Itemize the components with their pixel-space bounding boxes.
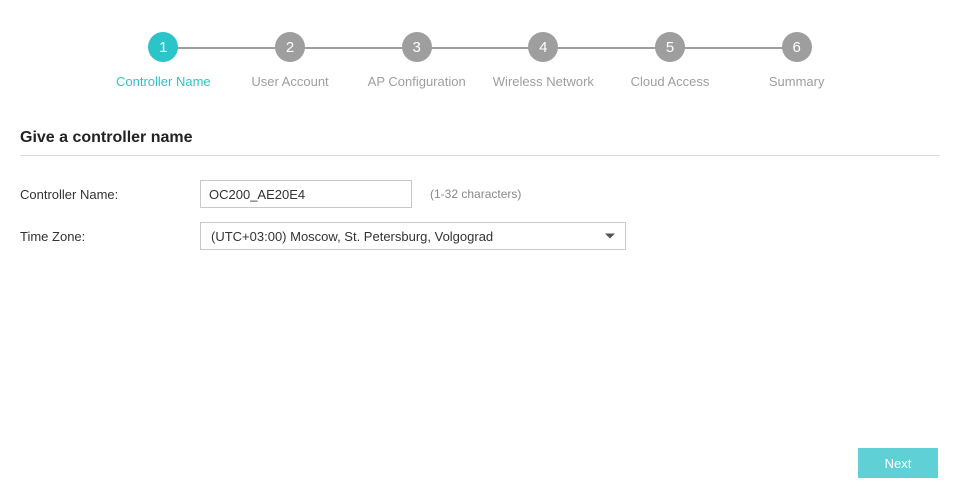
step-number: 1	[148, 32, 178, 62]
next-button[interactable]: Next	[858, 448, 938, 478]
controller-name-row: Controller Name: (1-32 characters)	[20, 180, 940, 208]
section-title: Give a controller name	[20, 129, 940, 156]
chevron-down-icon	[605, 234, 615, 239]
step-number: 2	[275, 32, 305, 62]
step-label: Wireless Network	[493, 74, 594, 89]
step-connector	[543, 47, 670, 49]
step-connector	[163, 47, 290, 49]
controller-name-label: Controller Name:	[20, 187, 200, 202]
step-connector	[417, 47, 544, 49]
step-label: Cloud Access	[631, 74, 710, 89]
wizard-stepper: 1 Controller Name 2 User Account 3 AP Co…	[0, 0, 960, 89]
step-connector	[670, 47, 797, 49]
step-label: AP Configuration	[368, 74, 466, 89]
step-number: 6	[782, 32, 812, 62]
step-user-account[interactable]: 2 User Account	[227, 32, 354, 89]
step-label: Controller Name	[116, 74, 211, 89]
wizard-footer: Next	[858, 448, 938, 478]
step-wireless-network[interactable]: 4 Wireless Network	[480, 32, 607, 89]
step-number: 3	[402, 32, 432, 62]
step-number: 5	[655, 32, 685, 62]
controller-name-hint: (1-32 characters)	[430, 187, 521, 201]
step-summary[interactable]: 6 Summary	[733, 32, 860, 89]
step-ap-configuration[interactable]: 3 AP Configuration	[353, 32, 480, 89]
step-controller-name[interactable]: 1 Controller Name	[100, 32, 227, 89]
time-zone-row: Time Zone: (UTC+03:00) Moscow, St. Peter…	[20, 222, 940, 250]
step-label: User Account	[251, 74, 328, 89]
time-zone-label: Time Zone:	[20, 229, 200, 244]
controller-form: Controller Name: (1-32 characters) Time …	[20, 180, 940, 250]
time-zone-select[interactable]: (UTC+03:00) Moscow, St. Petersburg, Volg…	[200, 222, 626, 250]
step-connector	[290, 47, 417, 49]
step-cloud-access[interactable]: 5 Cloud Access	[607, 32, 734, 89]
controller-name-input[interactable]	[200, 180, 412, 208]
time-zone-selected: (UTC+03:00) Moscow, St. Petersburg, Volg…	[211, 229, 493, 244]
step-label: Summary	[769, 74, 825, 89]
form-section: Give a controller name Controller Name: …	[0, 129, 960, 250]
step-number: 4	[528, 32, 558, 62]
